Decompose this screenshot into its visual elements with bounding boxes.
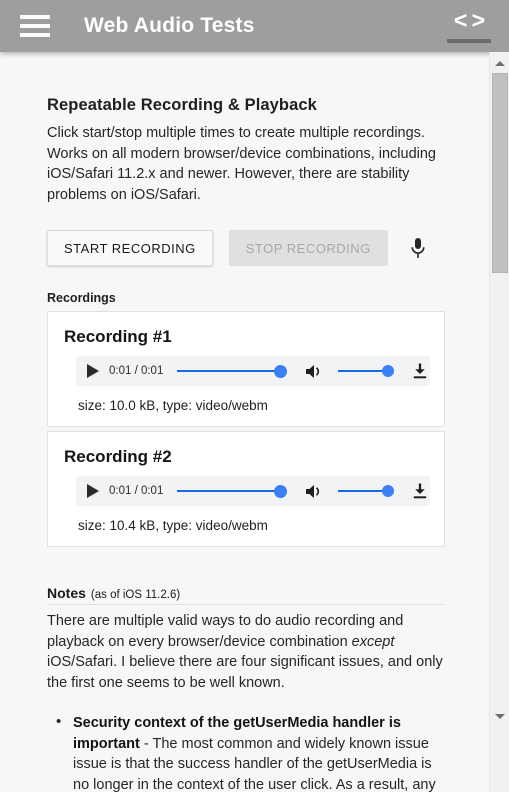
chevron-up-icon: [495, 60, 505, 66]
seek-slider[interactable]: [177, 363, 288, 379]
stop-recording-button[interactable]: STOP RECORDING: [228, 230, 388, 266]
hamburger-bar: [20, 24, 50, 28]
notes-body-pre: There are multiple valid ways to do audi…: [47, 613, 404, 650]
recording-title: Recording #1: [64, 327, 172, 346]
download-icon[interactable]: [411, 362, 429, 380]
audio-player: 0:01 / 0:01: [76, 476, 430, 506]
audio-player: 0:01 / 0:01: [76, 356, 430, 386]
playback-time: 0:01 / 0:01: [109, 485, 164, 497]
microphone-icon[interactable]: [410, 237, 426, 260]
volume-slider[interactable]: [338, 363, 395, 379]
notes-list: Security context of the getUserMedia han…: [47, 712, 445, 792]
seek-knob[interactable]: [274, 364, 288, 378]
seek-knob[interactable]: [274, 484, 288, 498]
start-recording-button[interactable]: START RECORDING: [47, 230, 213, 266]
notes-body-post: iOS/Safari. I believe there are four sig…: [47, 654, 443, 691]
scroll-content: Repeatable Recording & Playback Click st…: [0, 52, 489, 792]
scroll-down-button[interactable]: [490, 707, 509, 725]
recording-card: Recording #1 0:01 / 0:01 size: 10.0 kB, …: [47, 311, 445, 427]
seek-slider[interactable]: [177, 483, 288, 499]
hamburger-menu-icon[interactable]: [20, 15, 50, 37]
download-icon[interactable]: [411, 482, 429, 500]
seek-rail: [177, 489, 288, 493]
hamburger-bar: [20, 33, 50, 37]
app-root: Web Audio Tests < > Repeatable Recording…: [0, 0, 509, 792]
notes-header: Notes (as of iOS 11.2.6): [47, 585, 445, 605]
volume-speaker-icon[interactable]: [305, 483, 324, 500]
scroll-up-button[interactable]: [490, 54, 509, 72]
hamburger-bar: [20, 15, 50, 19]
recording-meta: size: 10.0 kB, type: video/webm: [78, 398, 268, 413]
code-brackets-icon: < >: [453, 7, 485, 33]
play-button-icon[interactable]: [87, 484, 99, 498]
notes-subtitle: (as of iOS 11.2.6): [90, 589, 181, 601]
recording-title: Recording #2: [64, 447, 172, 466]
section-description: Click start/stop multiple times to creat…: [47, 125, 437, 203]
volume-speaker-icon[interactable]: [305, 363, 324, 380]
seek-rail: [177, 369, 288, 373]
volume-slider[interactable]: [338, 483, 395, 499]
page-title: Web Audio Tests: [84, 14, 255, 37]
notes-title: Notes: [47, 585, 86, 601]
list-item: Security context of the getUserMedia han…: [56, 712, 445, 792]
section-title: Repeatable Recording & Playback: [47, 96, 317, 114]
vertical-scrollbar[interactable]: [489, 52, 509, 792]
app-header: Web Audio Tests < >: [0, 0, 509, 52]
chevron-down-icon: [495, 713, 505, 719]
scrollbar-thumb[interactable]: [492, 73, 508, 273]
notes-section: Notes (as of iOS 11.2.6) There are multi…: [47, 585, 445, 792]
tab-code-view[interactable]: < >: [447, 9, 491, 43]
notes-body: There are multiple valid ways to do audi…: [47, 611, 445, 693]
play-button-icon[interactable]: [87, 364, 99, 378]
recording-meta: size: 10.4 kB, type: video/webm: [78, 518, 268, 533]
recording-controls: START RECORDING STOP RECORDING: [47, 230, 445, 266]
notes-body-emphasis: except: [351, 633, 395, 650]
playback-time: 0:01 / 0:01: [109, 365, 164, 377]
tab-active-indicator: [447, 39, 491, 43]
recording-card: Recording #2 0:01 / 0:01 size: 10.4 kB, …: [47, 431, 445, 547]
volume-knob[interactable]: [382, 485, 395, 497]
recordings-label: Recordings: [47, 291, 116, 305]
volume-knob[interactable]: [382, 365, 395, 377]
